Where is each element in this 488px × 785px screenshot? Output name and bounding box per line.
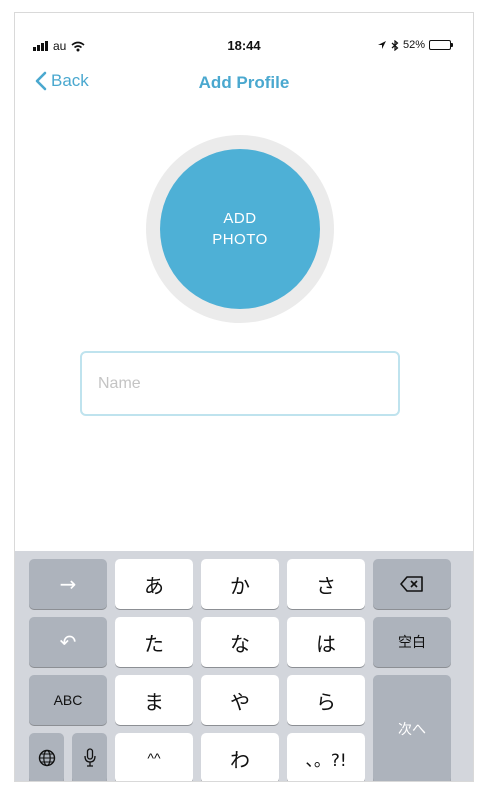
key-undo-label: ↶ bbox=[59, 630, 77, 654]
key-ka[interactable]: か bbox=[201, 559, 279, 609]
navigation-bar: Back Add Profile bbox=[15, 71, 473, 101]
key-next[interactable]: 次へ bbox=[373, 675, 451, 781]
key-space[interactable]: 空白 bbox=[373, 617, 451, 667]
key-kaomoji[interactable]: ^^ bbox=[115, 733, 193, 781]
status-right: 52% bbox=[377, 39, 453, 51]
add-photo-line2: PHOTO bbox=[212, 231, 268, 248]
key-a[interactable]: あ bbox=[115, 559, 193, 609]
app-screen: au 18:44 52% Back Add Profile ADD PHOTO … bbox=[14, 12, 474, 782]
key-globe[interactable] bbox=[29, 733, 64, 781]
battery-percent: 52% bbox=[402, 39, 425, 51]
add-photo-button[interactable]: ADD PHOTO bbox=[160, 149, 320, 309]
key-ta[interactable]: た bbox=[115, 617, 193, 667]
key-arrow-right-label: → bbox=[59, 572, 77, 596]
key-na[interactable]: な bbox=[201, 617, 279, 667]
key-ma[interactable]: ま bbox=[115, 675, 193, 725]
microphone-icon bbox=[83, 748, 96, 767]
location-arrow-icon bbox=[377, 41, 386, 49]
key-punctuation[interactable]: 、。?! bbox=[287, 733, 365, 781]
name-field[interactable] bbox=[80, 351, 400, 416]
japanese-keyboard: → あ か さ ↶ た な は 空白 ABC ま や ら 次へ ^^ わ 、。?… bbox=[15, 551, 473, 781]
bluetooth-icon bbox=[391, 39, 399, 51]
chevron-left-icon bbox=[35, 71, 47, 91]
key-mic[interactable] bbox=[72, 733, 107, 781]
key-ra[interactable]: ら bbox=[287, 675, 365, 725]
back-button[interactable]: Back bbox=[35, 71, 89, 91]
add-photo-line1: ADD bbox=[223, 210, 257, 227]
battery-icon bbox=[429, 40, 453, 50]
backspace-icon bbox=[400, 576, 423, 592]
status-bar: au 18:44 52% bbox=[15, 13, 473, 61]
key-abc[interactable]: ABC bbox=[29, 675, 107, 725]
key-wa[interactable]: わ bbox=[201, 733, 279, 781]
key-ya[interactable]: や bbox=[201, 675, 279, 725]
key-delete[interactable] bbox=[373, 559, 451, 609]
key-arrow-right[interactable]: → bbox=[29, 559, 107, 609]
key-ha[interactable]: は bbox=[287, 617, 365, 667]
key-sa[interactable]: さ bbox=[287, 559, 365, 609]
globe-icon bbox=[38, 749, 55, 767]
back-label: Back bbox=[51, 71, 89, 90]
key-undo[interactable]: ↶ bbox=[29, 617, 107, 667]
